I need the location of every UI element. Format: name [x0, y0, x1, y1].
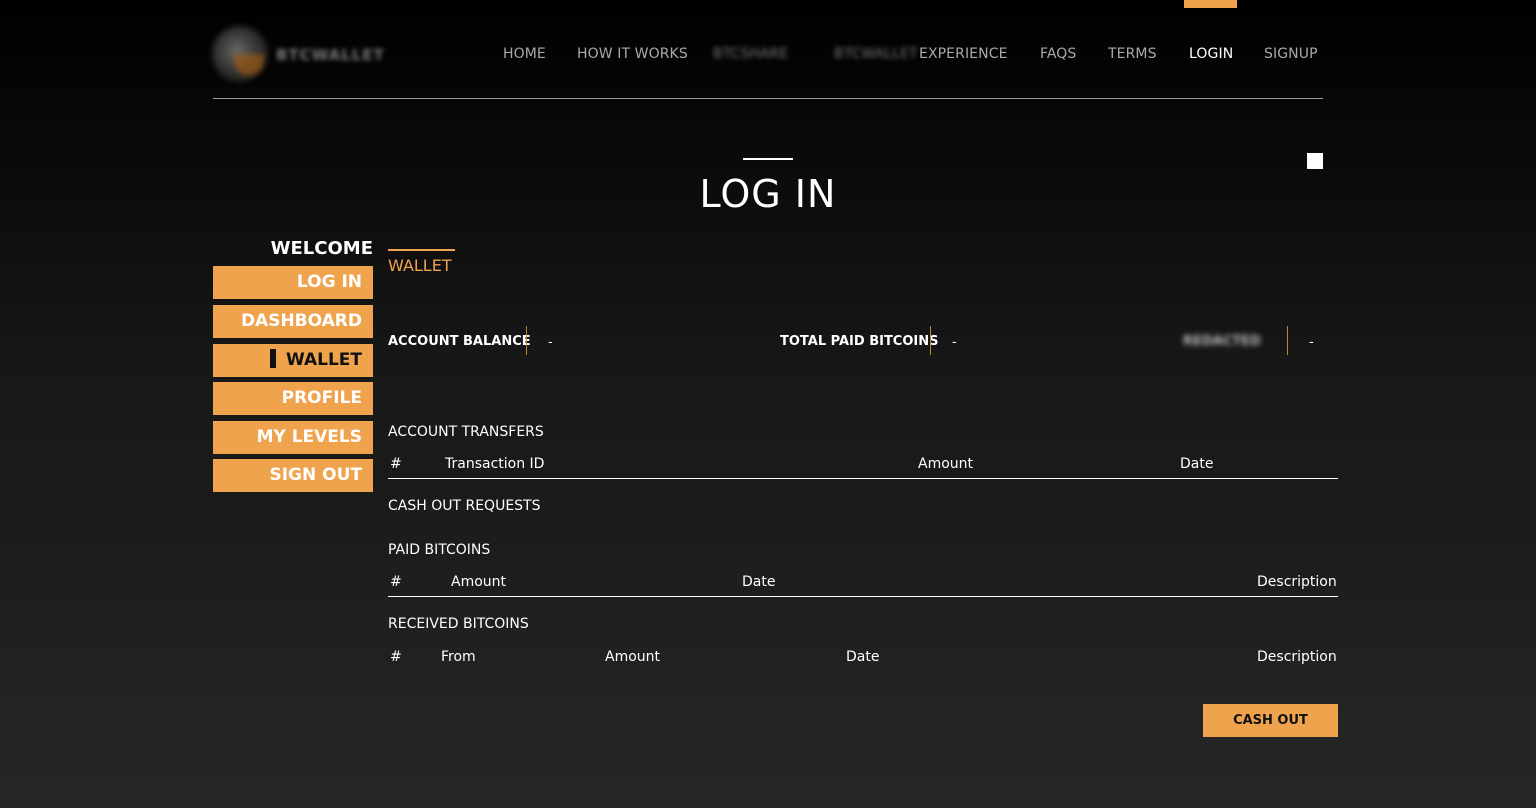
sidebar-item-dashboard[interactable]: DASHBOARD [213, 305, 373, 338]
account-transfers-title: ACCOUNT TRANSFERS [388, 424, 544, 440]
nav-login[interactable]: LOGIN [1189, 46, 1233, 62]
table-header-rule [388, 478, 1338, 479]
transfers-col-amount: Amount [918, 456, 974, 472]
active-marker-icon [269, 349, 276, 368]
nav-divider [213, 98, 1323, 99]
received-col-amount: Amount [605, 649, 661, 665]
nav-how-it-works[interactable]: HOW IT WORKS [577, 46, 688, 62]
stat-separator [1287, 326, 1288, 355]
wallet-title: WALLET [388, 256, 452, 275]
nav-home[interactable]: HOME [503, 46, 546, 62]
received-col-date: Date [846, 649, 880, 665]
sidebar-item-label: WALLET [285, 350, 362, 370]
paid-col-amount: Amount [451, 574, 507, 590]
received-col-number: # [390, 649, 402, 665]
top-accent-bar [1184, 0, 1237, 8]
sidebar-item-label: PROFILE [281, 388, 362, 408]
sidebar-item-wallet[interactable]: WALLET [213, 344, 373, 377]
table-header-rule [388, 596, 1338, 597]
sidebar-item-label: MY LEVELS [256, 427, 362, 447]
paid-col-number: # [390, 574, 402, 590]
site-logo[interactable]: BTCWALLET [212, 26, 402, 82]
sidebar-item-login[interactable]: LOG IN [213, 266, 373, 299]
account-balance-label: ACCOUNT BALANCE [388, 334, 531, 349]
cash-out-button[interactable]: CASH OUT [1203, 704, 1338, 737]
stat-separator [930, 326, 931, 355]
received-bitcoins-title: RECEIVED BITCOINS [388, 616, 529, 632]
paid-col-description: Description [1257, 574, 1337, 590]
cash-out-requests-title: CASH OUT REQUESTS [388, 498, 541, 514]
nav-experience[interactable]: EXPERIENCE [919, 46, 1008, 62]
logo-text: BTCWALLET [276, 46, 385, 64]
received-col-description: Description [1257, 649, 1337, 665]
logo-icon [212, 26, 268, 82]
paid-bitcoins-title: PAID BITCOINS [388, 542, 491, 558]
sidebar-item-sign-out[interactable]: SIGN OUT [213, 459, 373, 492]
main-nav: HOME HOW IT WORKS BTCSHARE BTCWALLET EXP… [480, 46, 1323, 72]
stat-separator [526, 326, 527, 355]
received-col-from: From [441, 649, 476, 665]
sidebar-item-label: SIGN OUT [269, 465, 362, 485]
sidebar-item-profile[interactable]: PROFILE [213, 382, 373, 415]
redacted-stat-label: REDACTED [1183, 334, 1261, 349]
nav-faqs[interactable]: FAQS [1040, 46, 1076, 62]
sidebar-item-label: LOG IN [296, 272, 362, 292]
wallet-accent-line [388, 249, 455, 251]
total-paid-bitcoins-value: - [952, 335, 957, 350]
sidebar-item-label: DASHBOARD [240, 311, 362, 331]
transfers-col-date: Date [1180, 456, 1214, 472]
total-paid-bitcoins-label: TOTAL PAID BITCOINS [780, 334, 939, 349]
close-icon[interactable] [1307, 153, 1323, 169]
transfers-col-number: # [390, 456, 402, 472]
title-accent-line [743, 158, 793, 160]
redacted-stat-value: - [1309, 335, 1314, 350]
paid-col-date: Date [742, 574, 776, 590]
nav-signup[interactable]: SIGNUP [1264, 46, 1318, 62]
nav-blurred-item-1[interactable]: BTCSHARE [713, 46, 788, 62]
nav-terms[interactable]: TERMS [1108, 46, 1157, 62]
nav-blurred-item-2[interactable]: BTCWALLET [834, 46, 918, 62]
page-title: LOG IN [699, 172, 837, 216]
welcome-heading: WELCOME [270, 238, 373, 259]
sidebar-item-my-levels[interactable]: MY LEVELS [213, 421, 373, 454]
account-balance-value: - [548, 335, 553, 350]
transfers-col-transaction-id: Transaction ID [445, 456, 545, 472]
